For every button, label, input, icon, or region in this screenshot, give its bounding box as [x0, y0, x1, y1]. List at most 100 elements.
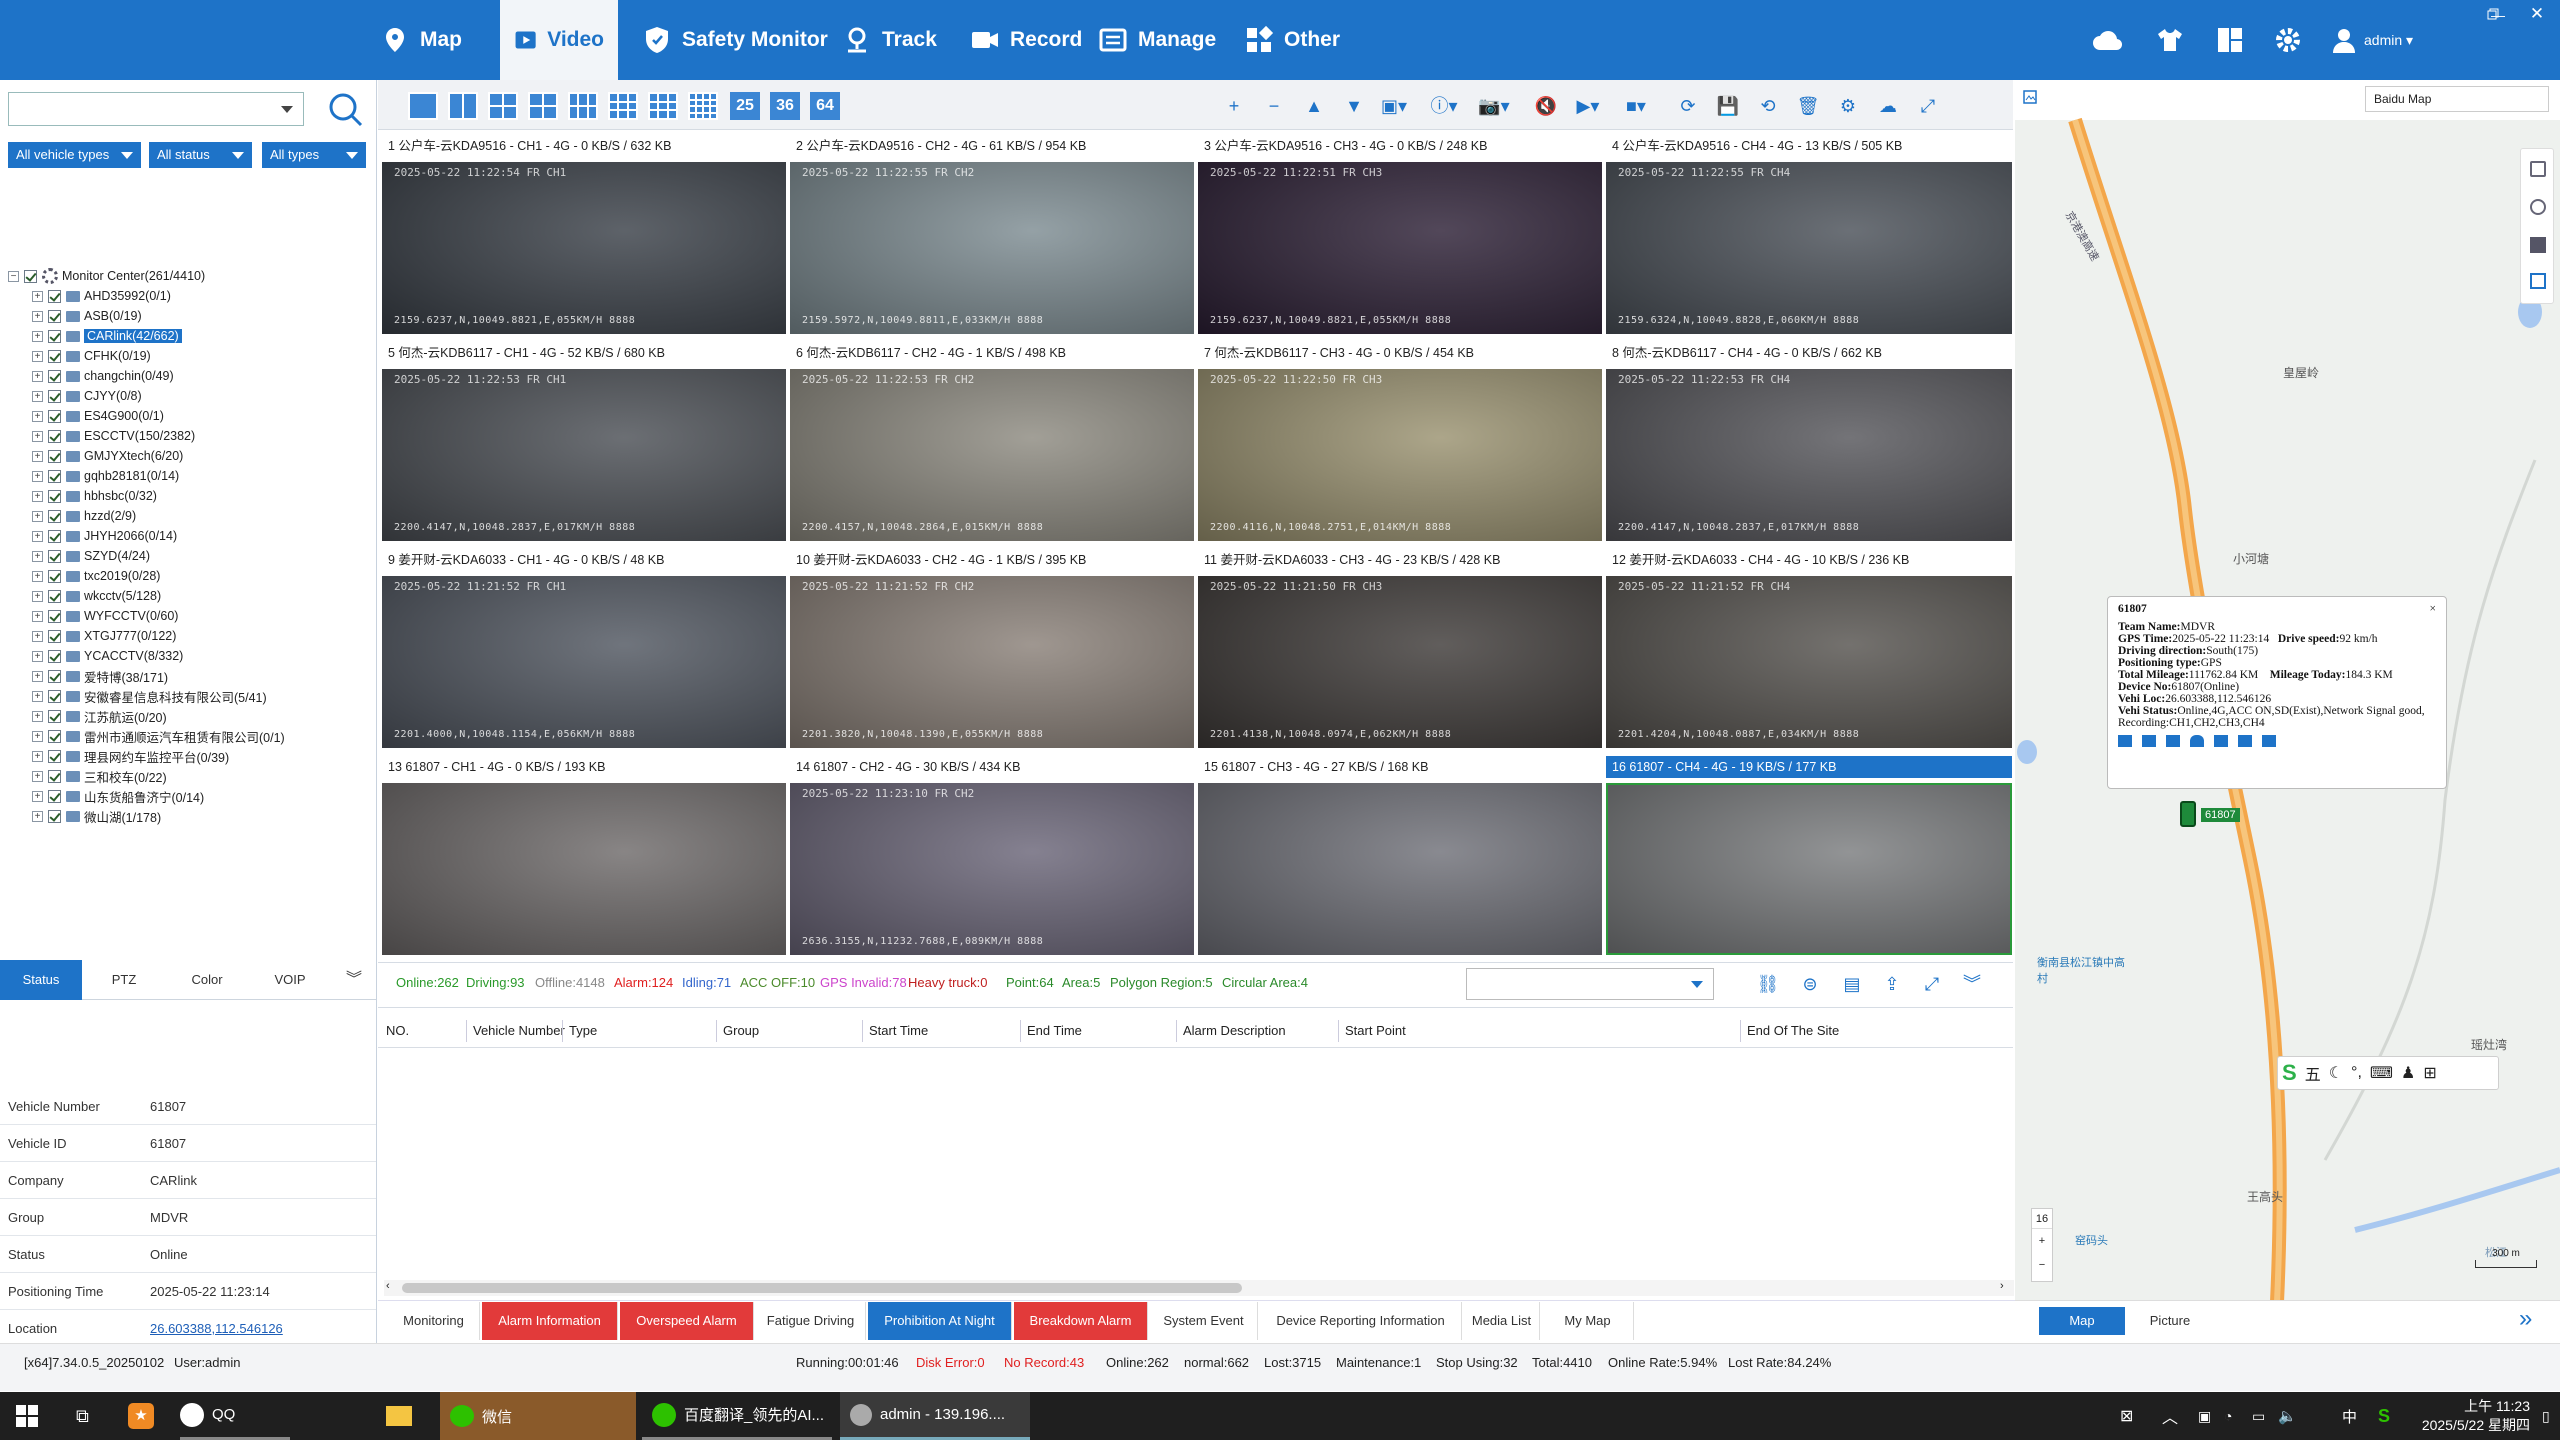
headset-action-icon[interactable] [2190, 735, 2204, 747]
arrow-down-icon[interactable]: ▼ [1338, 90, 1370, 122]
checkbox[interactable] [48, 609, 61, 623]
tree-item[interactable]: + 三和校车(0/22) [32, 766, 167, 786]
video-tile-title[interactable]: 15 61807 - CH3 - 4G - 27 KB/S / 168 KB [1198, 756, 1602, 778]
expand-icon[interactable]: + [32, 350, 43, 362]
checkbox[interactable] [48, 789, 61, 803]
tree-item[interactable]: + changchin(0/49) [32, 366, 174, 386]
expand-icon[interactable]: + [32, 330, 43, 342]
column-header[interactable]: Type [562, 1020, 597, 1042]
plus-icon[interactable]: + [1218, 90, 1250, 122]
layout-16-button[interactable] [688, 92, 718, 120]
checkbox[interactable] [48, 389, 61, 403]
expand-icon[interactable]: + [32, 570, 43, 582]
clock[interactable]: 上午 11:23 2025/5/22 星期四 [2410, 1392, 2530, 1440]
tree-item[interactable]: + 爱特博(38/171) [32, 666, 168, 686]
settings-gear-icon[interactable] [2270, 0, 2306, 80]
sogou-tray-icon[interactable]: S [2378, 1392, 2390, 1440]
close-button[interactable]: ✕ [2526, 2, 2548, 26]
column-header[interactable]: Group [716, 1020, 759, 1042]
tree-item[interactable]: + gqhb28181(0/14) [32, 466, 179, 486]
expand-icon[interactable]: + [32, 730, 43, 742]
collapse-chevron-icon[interactable]: ︾ [338, 960, 370, 1000]
video-tile-title[interactable]: 7 何杰-云KDB6117 - CH3 - 4G - 0 KB/S / 454 … [1198, 342, 1602, 364]
nav-manage[interactable]: Manage [1084, 0, 1230, 80]
checkbox[interactable] [48, 649, 61, 663]
mute-icon[interactable]: 🔇 [1530, 90, 1562, 122]
satellite-icon[interactable] [2530, 199, 2546, 215]
bottom-tab[interactable]: System Event [1150, 1302, 1258, 1340]
expand-icon[interactable]: + [32, 630, 43, 642]
bottom-tab[interactable]: Overspeed Alarm [620, 1302, 754, 1340]
tree-item[interactable]: + AHD35992(0/1) [32, 286, 171, 306]
stop-dropdown-icon[interactable]: ■▾ [1620, 90, 1652, 122]
checkbox[interactable] [48, 449, 61, 463]
list-icon[interactable]: ▤ [1836, 968, 1868, 1000]
expand-icon[interactable]: + [32, 770, 43, 782]
checkbox[interactable] [48, 669, 61, 683]
tree-item[interactable]: + 微山湖(1/178) [32, 806, 161, 826]
shirt-skin-icon[interactable] [2152, 0, 2188, 80]
collapse-icon[interactable]: − [8, 270, 19, 282]
checkbox[interactable] [48, 469, 61, 483]
expand-icon[interactable]: + [32, 790, 43, 802]
bottom-tab[interactable]: Media List [1464, 1302, 1540, 1340]
track-action-icon[interactable] [2166, 735, 2180, 747]
layout-6-button[interactable] [528, 92, 558, 120]
taskbar-qq[interactable]: QQ [180, 1392, 290, 1440]
arrow-up-icon[interactable]: ▲ [1298, 90, 1330, 122]
video-tile-title[interactable]: 13 61807 - CH1 - 4G - 0 KB/S / 193 KB [382, 756, 786, 778]
expand-icon[interactable]: + [32, 470, 43, 482]
link-icon[interactable]: ⛓ [1752, 968, 1784, 1000]
expand-icon[interactable]: + [32, 310, 43, 322]
video-tile-title[interactable]: 3 公户车-云KDA9516 - CH3 - 4G - 0 KB/S / 248… [1198, 135, 1602, 157]
tree-item[interactable]: + hzzd(2/9) [32, 506, 136, 526]
tree-item[interactable]: + 安徽睿星信息科技有限公司(5/41) [32, 686, 267, 706]
scrollbar-thumb[interactable] [402, 1283, 1242, 1293]
checkbox[interactable] [48, 589, 61, 603]
traffic-light-icon[interactable] [2530, 161, 2546, 177]
expand-icon[interactable]: + [32, 550, 43, 562]
status-counter[interactable]: Driving:93 [466, 975, 525, 990]
column-header[interactable]: Vehicle Number [466, 1020, 565, 1042]
status-counter[interactable]: Offline:4148 [535, 975, 605, 990]
column-header[interactable]: NO. [380, 1020, 409, 1042]
expand-icon[interactable]: + [32, 430, 43, 442]
expand-icon[interactable]: + [32, 690, 43, 702]
zoom-out-button[interactable]: − [2032, 1253, 2052, 1277]
tree-item[interactable]: + 山东货船鲁济宁(0/14) [32, 786, 204, 806]
record-action-icon[interactable] [2142, 735, 2156, 747]
checkbox[interactable] [48, 349, 61, 363]
checkbox[interactable] [48, 769, 61, 783]
status-counter[interactable]: Heavy truck:0 [908, 975, 987, 990]
video-feed[interactable]: 2025-05-22 11:22:55 FR CH2 2159.5972,N,10… [790, 162, 1194, 334]
expand-icon[interactable]: + [32, 810, 43, 822]
video-feed[interactable]: 2025-05-22 11:21:52 FR CH2 2201.3820,N,10… [790, 576, 1194, 748]
user-menu[interactable]: admin ▾ [2332, 0, 2462, 80]
info-dropdown-icon[interactable]: ⓘ▾ [1428, 90, 1460, 122]
file-explorer-icon[interactable] [386, 1392, 412, 1440]
checkbox[interactable] [48, 409, 61, 423]
tree-item[interactable]: + GMJYXtech(6/20) [32, 446, 183, 466]
taskbar-baidu[interactable]: 百度翻译_领先的AI... [642, 1392, 832, 1440]
checkbox[interactable] [48, 549, 61, 563]
video-feed[interactable]: 2025-05-22 11:23:10 FR CH2 2636.3155,N,11… [790, 783, 1194, 955]
vehicle-marker-icon[interactable] [2180, 801, 2196, 827]
alarm-filter-select[interactable] [1466, 968, 1714, 1000]
layout-2-button[interactable] [448, 92, 478, 120]
video-feed[interactable]: 2025-05-22 11:22:54 FR CH1 2159.6237,N,10… [382, 162, 786, 334]
video-feed[interactable]: 2025-05-22 11:22:51 FR CH3 2159.6237,N,10… [1198, 162, 1602, 334]
tab-ptz[interactable]: PTZ [84, 960, 164, 1000]
popup-close-icon[interactable]: × [2430, 603, 2437, 615]
video-tile-title[interactable]: 16 61807 - CH4 - 4G - 19 KB/S / 177 KB [1606, 756, 2012, 778]
checkbox[interactable] [48, 809, 61, 823]
tab-color[interactable]: Color [166, 960, 248, 1000]
checkbox[interactable] [24, 269, 37, 283]
video-tile-title[interactable]: 8 何杰-云KDB6117 - CH4 - 4G - 0 KB/S / 662 … [1606, 342, 2012, 364]
ime-indicator[interactable]: 中 [2342, 1392, 2357, 1440]
video-feed[interactable] [1198, 783, 1602, 955]
video-feed[interactable]: 2025-05-22 11:21:50 FR CH3 2201.4138,N,10… [1198, 576, 1602, 748]
tab-status[interactable]: Status [0, 960, 82, 1000]
video-feed[interactable]: 2025-05-22 11:22:53 FR CH2 2200.4157,N,10… [790, 369, 1194, 541]
layout-36-button[interactable]: 36 [770, 92, 800, 120]
tree-item[interactable]: + CJYY(0/8) [32, 386, 142, 406]
